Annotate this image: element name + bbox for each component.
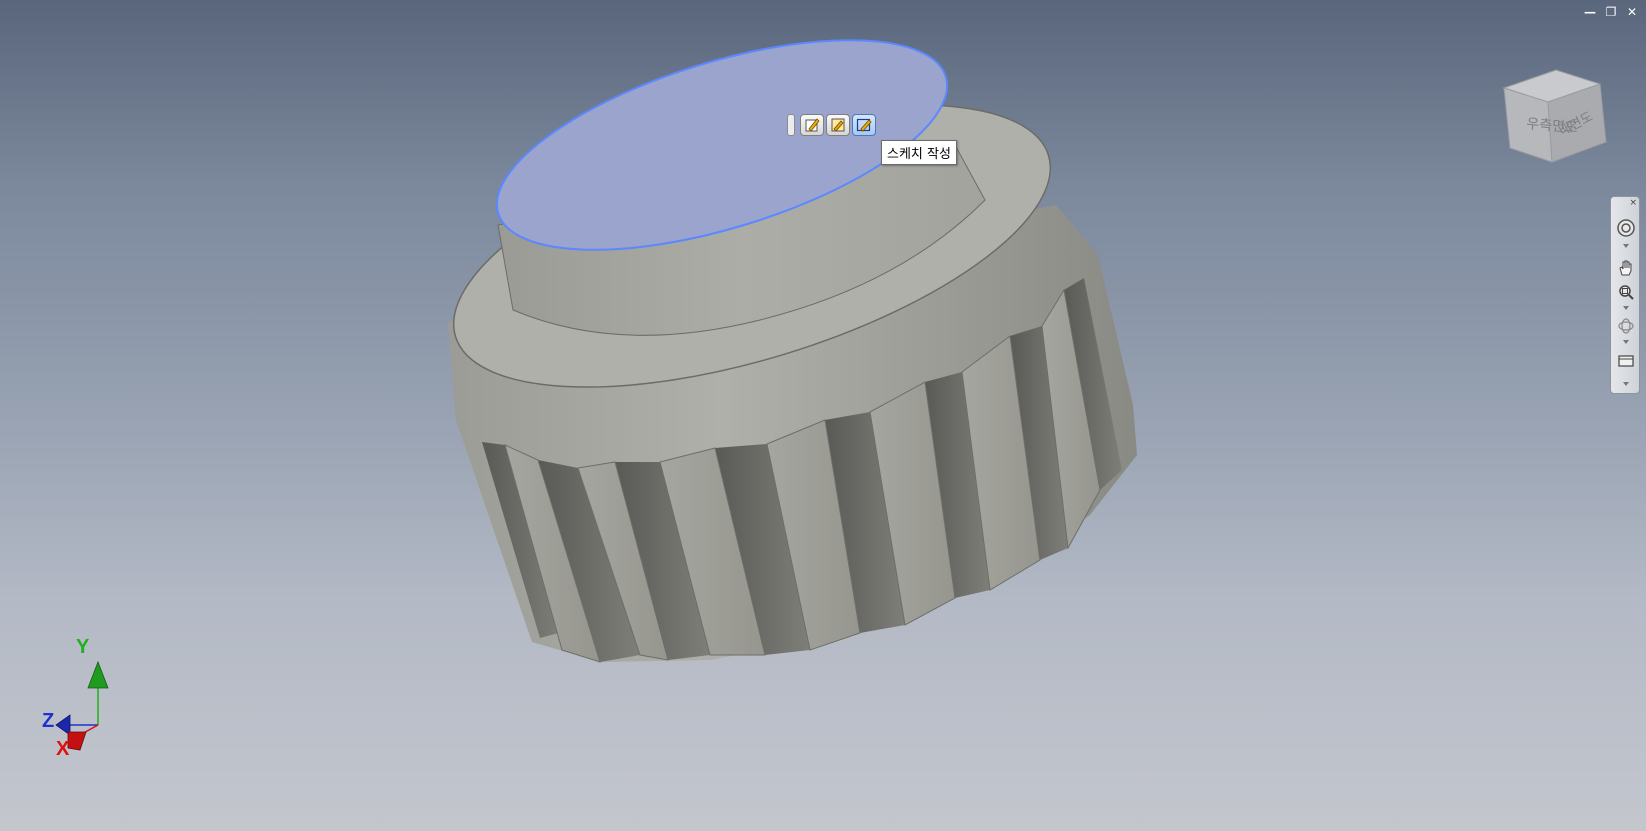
graphics-viewport[interactable]: — ❐ ✕ 스케치 작성 우측면도 배면도 × Y Z X bbox=[0, 0, 1646, 831]
minimize-button[interactable]: — bbox=[1582, 4, 1598, 20]
mini-toolbar-grip[interactable] bbox=[787, 114, 795, 136]
create-sketch-tooltip: 스케치 작성 bbox=[881, 140, 957, 165]
edit-feature-icon bbox=[831, 118, 845, 132]
y-axis-label: Y bbox=[76, 636, 90, 658]
chevron-down-icon[interactable] bbox=[1622, 339, 1630, 345]
pan-icon bbox=[1619, 260, 1632, 276]
look-at-button[interactable] bbox=[1615, 349, 1637, 371]
customize-chevron-icon[interactable] bbox=[1622, 381, 1630, 387]
z-axis-label: Z bbox=[42, 710, 55, 732]
chevron-down-icon[interactable] bbox=[1622, 305, 1630, 311]
viewcube[interactable]: 우측면도 배면도 bbox=[1496, 60, 1616, 170]
axis-triad: Y Z X bbox=[30, 636, 120, 770]
pan-button[interactable] bbox=[1615, 257, 1637, 279]
zoom-button[interactable] bbox=[1615, 281, 1637, 303]
edit-feature-button[interactable] bbox=[826, 114, 850, 136]
orbit-button[interactable] bbox=[1615, 315, 1637, 337]
mini-toolbar bbox=[787, 113, 876, 137]
x-axis-arrow bbox=[67, 731, 87, 751]
chevron-down-icon[interactable] bbox=[1622, 243, 1630, 249]
orbit-icon bbox=[1618, 318, 1634, 334]
y-axis-arrow bbox=[87, 660, 109, 689]
navbar-close-button[interactable]: × bbox=[1629, 198, 1637, 208]
create-sketch-button[interactable] bbox=[852, 114, 876, 136]
zoom-icon bbox=[1619, 285, 1634, 300]
close-button[interactable]: ✕ bbox=[1624, 4, 1640, 20]
steering-wheel-icon bbox=[1617, 219, 1635, 237]
steering-wheel-button[interactable] bbox=[1615, 217, 1637, 239]
edit-sketch-icon bbox=[805, 118, 820, 132]
look-at-icon bbox=[1618, 355, 1634, 367]
create-sketch-icon bbox=[856, 118, 872, 132]
restore-button[interactable]: ❐ bbox=[1603, 4, 1619, 20]
navigation-bar: × bbox=[1610, 196, 1640, 394]
edit-sketch-button[interactable] bbox=[800, 114, 824, 136]
x-axis-label: X bbox=[56, 738, 70, 760]
axis-triad-graphic bbox=[55, 660, 109, 751]
window-controls: — ❐ ✕ bbox=[1582, 4, 1640, 20]
gear-body[interactable] bbox=[423, 0, 1137, 663]
